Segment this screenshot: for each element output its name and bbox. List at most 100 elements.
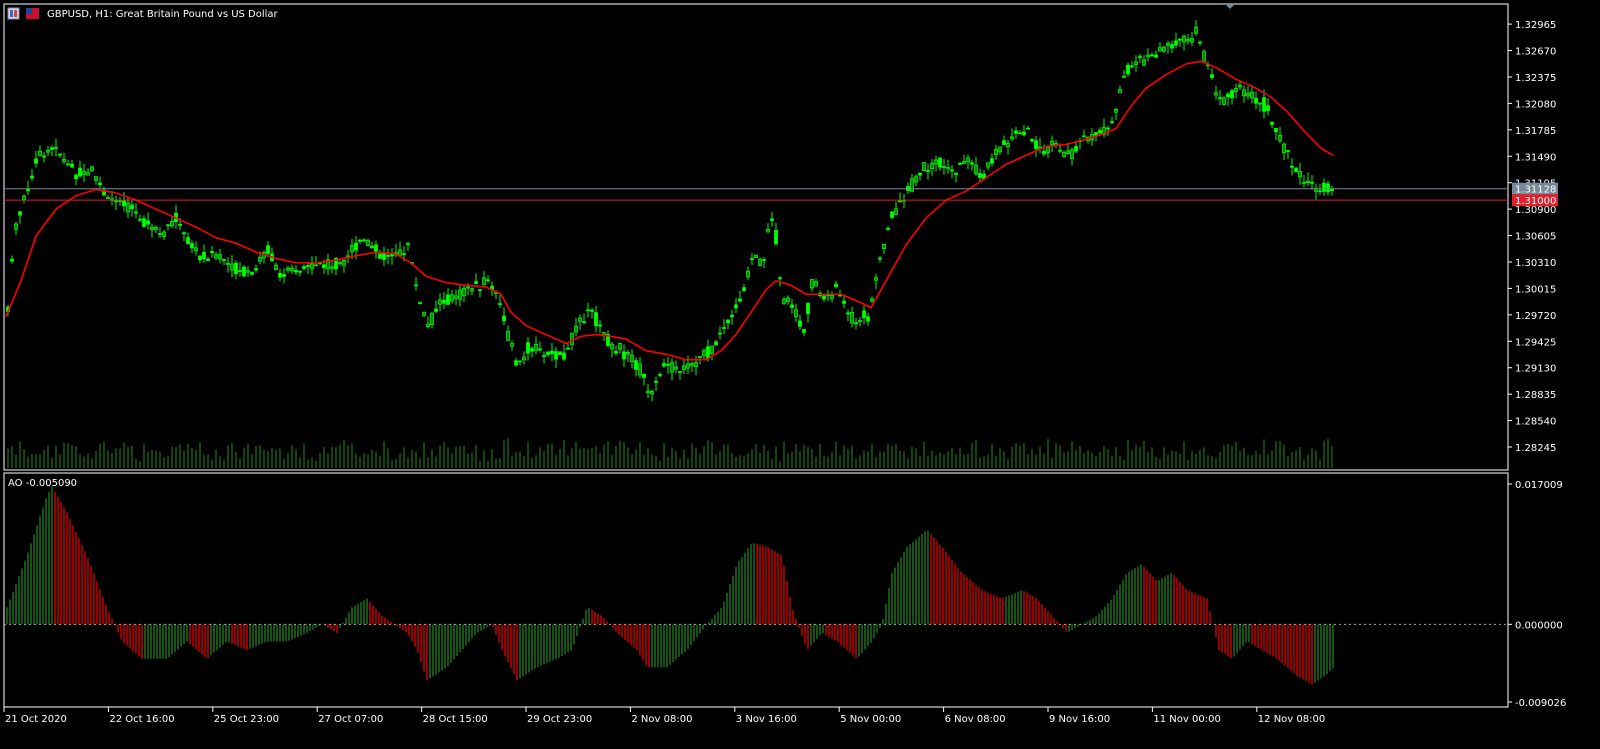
candle-body <box>1262 97 1266 112</box>
candle-body <box>1098 129 1102 134</box>
candle-body <box>42 155 46 158</box>
candle-body <box>234 262 238 274</box>
price-tick-label: 1.32375 <box>1515 73 1556 84</box>
candle-body <box>474 281 478 285</box>
candle-body <box>382 253 386 260</box>
chart-canvas[interactable]: 1.32965 1.32670 1.32375 1.32080 1.31785 1.314… <box>0 0 1600 745</box>
candle-body <box>1002 140 1006 145</box>
candle-body <box>302 266 306 269</box>
candle-body <box>250 272 254 275</box>
price-tick-label: 1.31785 <box>1515 126 1556 137</box>
candle-body <box>806 302 810 315</box>
candle-body <box>486 279 490 282</box>
time-tick-label: 6 Nov 08:00 <box>945 714 1006 725</box>
candle-body <box>1106 127 1110 130</box>
candle-body <box>142 218 146 227</box>
candle-body <box>1310 181 1314 184</box>
candle-body <box>598 324 602 327</box>
chart-shift-marker[interactable] <box>1225 4 1235 9</box>
time-tick-label: 28 Oct 15:00 <box>423 714 488 725</box>
candle-body <box>890 211 894 218</box>
symbol-icon[interactable] <box>7 7 20 20</box>
candle-body <box>446 294 450 305</box>
candle-body <box>582 321 586 324</box>
candle-body <box>1226 93 1230 98</box>
candle-body <box>34 158 38 164</box>
candlestick-series <box>6 20 1334 402</box>
candle-body <box>1110 121 1114 124</box>
candle-body <box>26 189 30 192</box>
time-tick-label: 21 Oct 2020 <box>5 714 67 725</box>
candle-body <box>198 255 202 261</box>
candle-body <box>1210 74 1214 78</box>
window-icon[interactable] <box>7 7 20 20</box>
candle-body <box>918 172 922 176</box>
candle-body <box>266 245 270 254</box>
candle-body <box>530 348 534 352</box>
price-tick-label: 1.29425 <box>1515 337 1556 348</box>
candle-body <box>526 342 530 354</box>
chart-title: GBPUSD, H1: Great Britain Pound vs US Do… <box>47 9 279 20</box>
candle-body <box>434 308 438 312</box>
candle-body <box>1030 139 1034 142</box>
candle-body <box>1042 150 1046 155</box>
candle-body <box>1326 183 1330 193</box>
candle-body <box>386 255 390 257</box>
candle-body <box>322 264 326 269</box>
candle-body <box>614 351 618 354</box>
candle-body <box>726 319 730 324</box>
candle-body <box>838 294 842 297</box>
candle-body <box>590 309 594 312</box>
flag-icon <box>26 8 39 19</box>
ao-panel-frame <box>3 472 1509 708</box>
candle-body <box>566 347 570 350</box>
candle-body <box>730 314 734 318</box>
candle-body <box>742 287 746 292</box>
candle-body <box>714 341 718 346</box>
candle-body <box>238 270 242 272</box>
candle-body <box>802 329 806 333</box>
candle-body <box>442 299 446 304</box>
candle-body <box>130 204 134 210</box>
candle-body <box>98 182 102 186</box>
candle-body <box>278 272 282 278</box>
candle-body <box>718 332 722 335</box>
trading-chart[interactable]: 1.32965 1.32670 1.32375 1.32080 1.31785 1.314… <box>0 0 1600 745</box>
price-axis: 1.32965 1.32670 1.32375 1.32080 1.31785 1.314… <box>1508 20 1556 454</box>
candle-body <box>478 289 482 291</box>
candle-body <box>970 162 974 165</box>
price-tick-label: 1.28835 <box>1515 390 1556 401</box>
time-tick-label: 5 Nov 00:00 <box>840 714 901 725</box>
candle-body <box>990 158 994 164</box>
time-axis: 21 Oct 2020 22 Oct 16:00 25 Oct 23:00 27 Oc… <box>3 707 1325 725</box>
candle-body <box>390 254 394 257</box>
ao-axis: 0.017009 0.000000 -0.009026 <box>1508 480 1566 709</box>
candle-body <box>662 363 666 367</box>
candle-body <box>122 200 126 207</box>
price-tick-label: 1.28540 <box>1515 417 1556 428</box>
candle-body <box>358 239 362 242</box>
candle-body <box>370 245 374 249</box>
candle-body <box>354 242 358 251</box>
time-tick-label: 22 Oct 16:00 <box>109 714 174 725</box>
candle-body <box>542 355 546 357</box>
candle-body <box>958 162 962 165</box>
candle-body <box>622 351 626 360</box>
candle-body <box>978 173 982 178</box>
candle-body <box>822 295 826 300</box>
candle-body <box>1170 44 1174 49</box>
price-tick-label: 1.32080 <box>1515 99 1556 110</box>
price-tick-label: 1.29130 <box>1515 364 1556 375</box>
ao-indicator-label: AO -0.005090 <box>8 478 77 489</box>
candle-body <box>550 350 554 355</box>
candle-body <box>562 352 566 360</box>
candle-body <box>378 253 382 259</box>
candle-body <box>1034 140 1038 150</box>
price-tick-label: 1.32965 <box>1515 20 1556 31</box>
price-tick-label: 1.30310 <box>1515 258 1556 269</box>
candle-body <box>1014 130 1018 134</box>
candle-body <box>190 243 194 249</box>
candle-body <box>1322 182 1326 192</box>
candle-body <box>78 167 82 177</box>
candle-body <box>846 312 850 315</box>
